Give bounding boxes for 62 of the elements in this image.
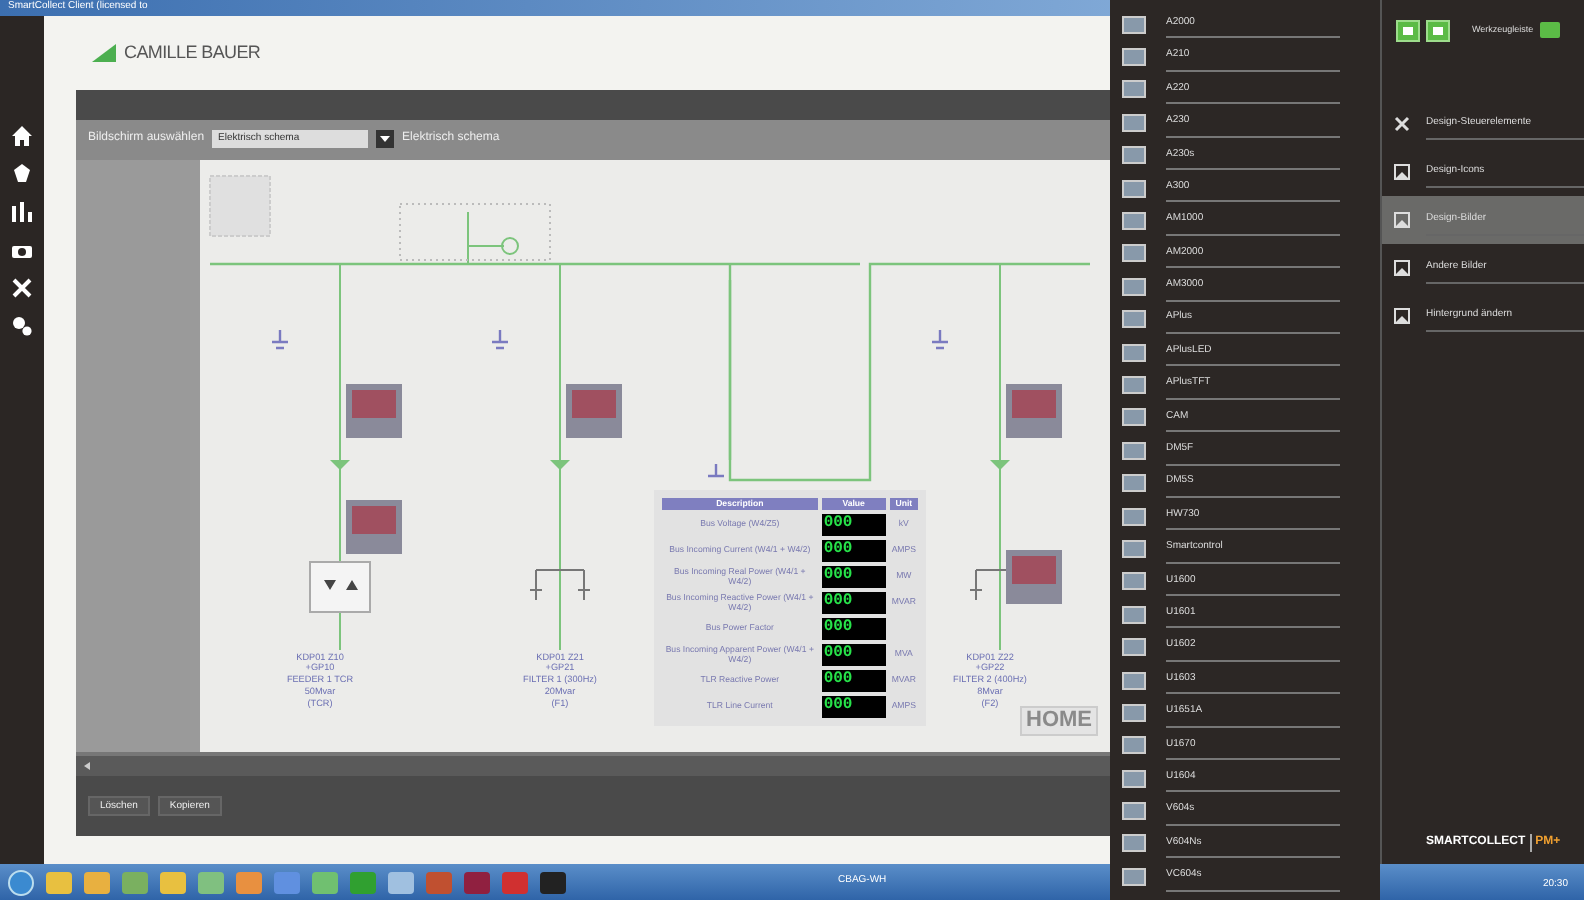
toolbar-button[interactable] (1426, 19, 1450, 41)
window-icon (1402, 25, 1414, 35)
logo-text: CAMILLE BAUER (124, 39, 261, 66)
caret-icon (380, 136, 391, 143)
logo-icon (92, 44, 116, 62)
picture-icon (1394, 164, 1410, 180)
chart-icon[interactable] (12, 202, 32, 222)
dropdown-button[interactable] (376, 130, 395, 149)
taskbar-app-icon[interactable] (464, 871, 490, 893)
device-icon (1122, 572, 1146, 591)
device-icon (1122, 277, 1146, 296)
device-icon (1122, 441, 1146, 460)
device-icon (1122, 703, 1146, 722)
digital-value: 000 (821, 644, 886, 667)
digital-value: 000 (821, 514, 886, 537)
device-icon (1122, 212, 1146, 231)
device-icon (1122, 113, 1146, 132)
tools-icon (1394, 116, 1410, 132)
device-icon (1122, 375, 1146, 394)
digital-value: 000 (821, 618, 886, 641)
digital-value: 000 (821, 566, 886, 589)
window-icon (1432, 25, 1444, 35)
device-icon (1122, 802, 1146, 821)
picture-icon (1394, 308, 1410, 324)
device-icon (1122, 15, 1146, 34)
device-icon (1122, 507, 1146, 526)
device-icon (1122, 638, 1146, 657)
device-icon (1122, 48, 1146, 67)
taskbar-app-icon[interactable] (46, 871, 72, 893)
device-icon (1122, 605, 1146, 624)
start-icon[interactable] (8, 869, 34, 895)
arrow-icon[interactable] (84, 762, 90, 771)
device-icon (1122, 736, 1146, 755)
digital-value: 000 (821, 696, 886, 719)
home-icon[interactable] (12, 126, 32, 146)
device-icon (1122, 834, 1146, 853)
device-icon (1122, 408, 1146, 427)
device-icon (1122, 539, 1146, 558)
taskbar-app-icon[interactable] (160, 871, 186, 893)
device-icon (1122, 179, 1146, 198)
device-icon (1122, 80, 1146, 99)
device-icon (1122, 343, 1146, 362)
taskbar-app-icon[interactable] (84, 871, 110, 893)
picture-icon (1394, 260, 1410, 276)
camera-icon[interactable] (12, 240, 32, 260)
device-icon (1122, 310, 1146, 329)
device-icon (1122, 769, 1146, 788)
taskbar-app-icon[interactable] (540, 871, 566, 893)
device-icon (1122, 474, 1146, 493)
toolbar-button[interactable] (1396, 19, 1420, 41)
toggle-switch[interactable] (1539, 22, 1560, 38)
digital-value: 000 (821, 540, 886, 563)
marker-icon[interactable] (12, 164, 32, 184)
device-icon (1122, 867, 1146, 886)
device-icon (1122, 671, 1146, 689)
device-icon (1122, 244, 1146, 263)
tools-icon[interactable] (12, 278, 32, 298)
device-icon (1122, 146, 1146, 165)
digital-value: 000 (821, 670, 886, 693)
digital-value: 000 (821, 592, 886, 615)
taskbar-app-icon[interactable] (388, 871, 414, 893)
picture-icon (1394, 212, 1410, 228)
